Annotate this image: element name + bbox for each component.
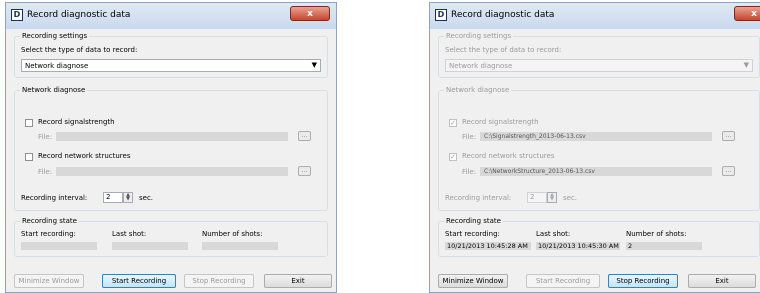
network-structures-label: Record network structures <box>462 152 555 160</box>
signalstrength-checkbox[interactable]: ✓ <box>449 119 457 127</box>
interval-input[interactable]: 2 <box>527 192 547 203</box>
start-recording-label: Start recording: <box>21 230 76 238</box>
number-of-shots-label: Number of shots: <box>202 230 263 238</box>
app-icon: D <box>435 9 447 21</box>
last-shot-value <box>112 242 188 250</box>
network-structures-file-field[interactable]: C:\NetworkStructure_2013-06-13.csv <box>480 167 712 176</box>
group-legend: Recording settings <box>20 32 90 40</box>
number-of-shots-label: Number of shots: <box>626 230 687 238</box>
start-recording-label: Start recording: <box>445 230 500 238</box>
data-type-dropdown[interactable]: Network diagnose ▼ <box>21 59 321 72</box>
file-label: File: <box>38 168 53 176</box>
network-structures-file-field[interactable] <box>56 167 288 176</box>
data-type-dropdown[interactable]: Network diagnose ▼ <box>445 59 753 72</box>
select-type-label: Select the type of data to record: <box>21 46 138 54</box>
recording-state-group: Recording state Start recording: Last sh… <box>438 217 760 257</box>
signalstrength-file-field[interactable]: C:\Signalstrength_2013-06-13.csv <box>480 132 712 141</box>
select-type-label: Select the type of data to record: <box>445 46 562 54</box>
exit-button[interactable]: Exit <box>688 274 756 288</box>
group-legend: Recording state <box>444 217 503 225</box>
last-shot-label: Last shot: <box>536 230 571 238</box>
stop-recording-button[interactable]: Stop Recording <box>184 274 254 288</box>
start-recording-button[interactable]: Start Recording <box>526 274 600 288</box>
network-diagnose-group: Network diagnose ✓ Record signalstrength… <box>438 86 760 211</box>
group-legend: Recording settings <box>444 32 514 40</box>
last-shot-value: 10/21/2013 10:45:30 AM <box>536 242 620 250</box>
group-legend: Recording state <box>20 217 79 225</box>
app-icon: D <box>11 9 23 21</box>
group-legend: Network diagnose <box>20 86 88 94</box>
browse-button[interactable]: ... <box>722 131 735 141</box>
title-bar[interactable]: D Record diagnostic data x <box>6 3 336 29</box>
start-recording-value: 10/21/2013 10:45:28 AM <box>445 242 531 250</box>
window-title: Record diagnostic data <box>451 10 555 20</box>
interval-unit: sec. <box>139 194 154 202</box>
network-structures-label: Record network structures <box>38 152 131 160</box>
network-structures-checkbox[interactable] <box>25 153 33 161</box>
chevron-down-icon: ▼ <box>743 61 749 69</box>
recording-settings-group: Recording settings Select the type of da… <box>14 32 328 78</box>
dropdown-value: Network diagnose <box>25 62 89 70</box>
number-of-shots-value: 2 <box>626 242 702 250</box>
interval-input[interactable]: 2 <box>103 192 123 203</box>
interval-label: Recording interval: <box>21 194 88 202</box>
dropdown-value: Network diagnose <box>449 62 513 70</box>
minimize-window-button[interactable]: Minimize Window <box>14 274 84 288</box>
file-label: File: <box>462 168 477 176</box>
start-recording-value <box>21 242 97 250</box>
group-legend: Network diagnose <box>444 86 512 94</box>
signalstrength-checkbox[interactable] <box>25 119 33 127</box>
network-structures-checkbox[interactable]: ✓ <box>449 153 457 161</box>
minimize-window-button[interactable]: Minimize Window <box>438 274 508 288</box>
browse-button[interactable]: ... <box>298 131 311 141</box>
recording-settings-group: Recording settings Select the type of da… <box>438 32 760 78</box>
spinner-arrows-icon[interactable]: ▲ ▼ <box>123 192 133 203</box>
signalstrength-label: Record signalstrength <box>38 118 115 126</box>
window-title: Record diagnostic data <box>27 10 131 20</box>
number-of-shots-value <box>202 242 278 250</box>
interval-unit: sec. <box>563 194 578 202</box>
network-diagnose-group: Network diagnose Record signalstrength F… <box>14 86 328 211</box>
close-button[interactable]: x <box>734 6 760 21</box>
exit-button[interactable]: Exit <box>264 274 332 288</box>
recording-state-group: Recording state Start recording: Last sh… <box>14 217 328 257</box>
signalstrength-file-field[interactable] <box>56 132 288 141</box>
record-dialog-idle: D Record diagnostic data x Recording set… <box>5 2 337 293</box>
file-label: File: <box>38 133 53 141</box>
record-dialog-recording: D Record diagnostic data x Recording set… <box>429 2 760 293</box>
chevron-down-icon: ▼ <box>311 61 317 69</box>
close-button[interactable]: x <box>290 6 330 21</box>
start-recording-button[interactable]: Start Recording <box>102 274 176 288</box>
file-label: File: <box>462 133 477 141</box>
spinner-arrows-icon[interactable]: ▲ ▼ <box>547 192 557 203</box>
browse-button[interactable]: ... <box>722 166 735 176</box>
last-shot-label: Last shot: <box>112 230 147 238</box>
browse-button[interactable]: ... <box>298 166 311 176</box>
title-bar[interactable]: D Record diagnostic data x <box>430 3 760 29</box>
stop-recording-button[interactable]: Stop Recording <box>608 274 678 288</box>
interval-label: Recording interval: <box>445 194 512 202</box>
signalstrength-label: Record signalstrength <box>462 118 539 126</box>
